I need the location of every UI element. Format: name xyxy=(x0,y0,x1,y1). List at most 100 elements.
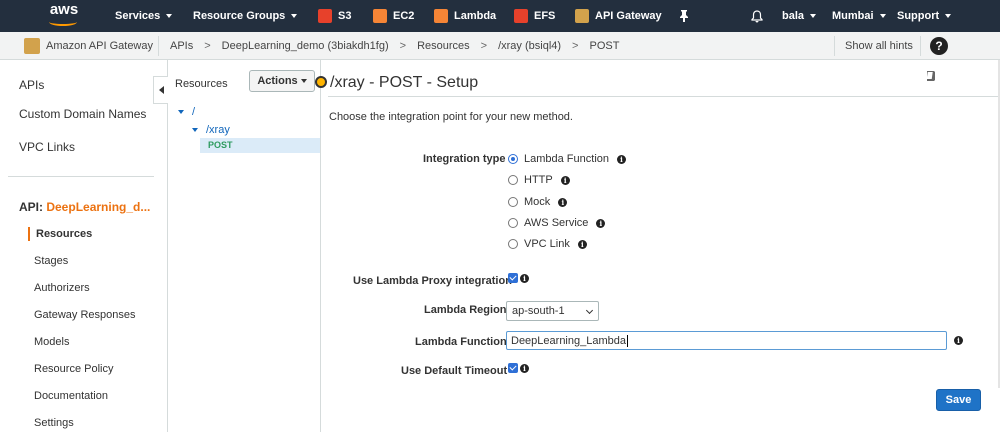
chevron-down-icon xyxy=(585,306,594,315)
info-icon[interactable]: i xyxy=(954,336,963,345)
actions-label: Actions xyxy=(257,75,298,87)
user-label: bala xyxy=(782,10,805,22)
nav-link-vpc-links[interactable]: VPC Links xyxy=(19,140,75,154)
expand-arrow-icon xyxy=(192,128,198,132)
api-heading[interactable]: API: DeepLearning_d... xyxy=(19,200,150,214)
chevron-left-icon xyxy=(159,86,164,94)
resource-groups-menu[interactable]: Resource Groups xyxy=(193,0,298,32)
service-home-link[interactable]: Amazon API Gateway xyxy=(24,32,153,60)
services-menu[interactable]: Services xyxy=(115,0,173,32)
actions-button[interactable]: Actions xyxy=(249,70,315,92)
lambda-function-value: DeepLearning_Lambda xyxy=(511,334,626,347)
radio-vpc-link[interactable]: VPC Link i xyxy=(508,238,587,250)
breadcrumb-api[interactable]: DeepLearning_demo (3biakdh1fg) xyxy=(222,40,389,52)
radio-aws-service[interactable]: AWS Service i xyxy=(508,217,606,229)
info-icon[interactable]: i xyxy=(577,239,587,249)
radio-label: AWS Service xyxy=(524,217,589,229)
tree-node-label: / xyxy=(192,106,196,118)
lambda-icon xyxy=(434,9,448,23)
notifications-bell-icon[interactable] xyxy=(751,0,763,32)
show-hints-label: Show all hints xyxy=(845,40,913,52)
tree-node-post[interactable]: POST xyxy=(200,138,320,153)
nav-item-resources[interactable]: Resources xyxy=(36,228,92,240)
info-icon[interactable]: i xyxy=(520,274,529,283)
default-timeout-label: Use Default Timeout xyxy=(401,365,508,377)
shortcut-efs[interactable]: EFS xyxy=(514,0,555,32)
lambda-region-value: ap-south-1 xyxy=(512,305,565,317)
support-label: Support xyxy=(897,10,940,22)
info-icon[interactable]: i xyxy=(596,218,606,228)
breadcrumb-separator: > xyxy=(399,40,407,52)
info-icon[interactable]: i xyxy=(560,175,570,185)
breadcrumb-resource[interactable]: /xray (bsiql4) xyxy=(498,40,561,52)
nav-item-settings[interactable]: Settings xyxy=(34,417,74,429)
default-timeout-checkbox[interactable] xyxy=(508,363,518,373)
nav-item-stages[interactable]: Stages xyxy=(34,255,68,267)
aws-logo[interactable]: aws xyxy=(44,1,84,29)
lambda-region-label: Lambda Region xyxy=(424,304,507,316)
breadcrumb-apis[interactable]: APIs xyxy=(170,40,193,52)
method-setup-panel: /xray - POST - Setup Choose the integrat… xyxy=(315,60,1000,432)
show-hints-button[interactable]: Show all hints xyxy=(845,32,913,60)
status-indicator-icon xyxy=(315,76,327,88)
tree-node-root[interactable]: / xyxy=(178,106,195,118)
help-button[interactable]: ? xyxy=(930,32,948,60)
pin-icon[interactable] xyxy=(679,0,689,32)
api-gateway-icon xyxy=(575,9,589,23)
chevron-down-icon xyxy=(810,14,817,18)
nav-link-custom-domain-names[interactable]: Custom Domain Names xyxy=(19,107,146,121)
radio-label: Lambda Function xyxy=(524,153,609,165)
nav-link-apis[interactable]: APIs xyxy=(19,78,44,92)
proxy-integration-label: Use Lambda Proxy integration xyxy=(353,275,512,287)
nav-item-authorizers[interactable]: Authorizers xyxy=(34,282,90,294)
support-menu[interactable]: Support xyxy=(897,0,952,32)
resource-groups-label: Resource Groups xyxy=(193,10,286,22)
region-menu[interactable]: Mumbai xyxy=(832,0,886,32)
divider xyxy=(920,36,921,56)
divider xyxy=(158,36,159,56)
info-icon[interactable]: i xyxy=(520,364,529,373)
info-icon[interactable]: i xyxy=(558,197,568,207)
radio-unselected-icon[interactable] xyxy=(508,197,518,207)
breadcrumb-method: POST xyxy=(589,40,620,52)
breadcrumb-resources[interactable]: Resources xyxy=(417,40,470,52)
intro-text: Choose the integration point for your ne… xyxy=(329,111,573,123)
radio-mock[interactable]: Mock i xyxy=(508,196,568,208)
divider xyxy=(328,96,1000,97)
left-nav: APIs Custom Domain Names VPC Links API: … xyxy=(0,60,168,432)
services-label: Services xyxy=(115,10,161,22)
radio-lambda-function[interactable]: Lambda Function i xyxy=(508,153,626,165)
active-indicator xyxy=(28,227,30,241)
shortcut-ec2[interactable]: EC2 xyxy=(373,0,414,32)
chevron-down-icon xyxy=(945,14,952,18)
shortcut-lambda[interactable]: Lambda xyxy=(434,0,496,32)
nav-item-models[interactable]: Models xyxy=(34,336,69,348)
radio-unselected-icon[interactable] xyxy=(508,218,518,228)
shortcut-s3[interactable]: S3 xyxy=(318,0,351,32)
integration-type-label: Integration type xyxy=(423,153,506,165)
radio-unselected-icon[interactable] xyxy=(508,175,518,185)
documentation-book-icon[interactable] xyxy=(925,70,937,82)
save-button[interactable]: Save xyxy=(936,389,981,411)
lambda-function-input[interactable]: DeepLearning_Lambda xyxy=(506,331,947,350)
nav-item-resource-policy[interactable]: Resource Policy xyxy=(34,363,113,375)
proxy-integration-checkbox[interactable] xyxy=(508,273,518,283)
nav-item-documentation[interactable]: Documentation xyxy=(34,390,108,402)
top-navbar: aws Services Resource Groups S3 EC2 Lamb… xyxy=(0,0,1000,32)
nav-item-gateway-responses[interactable]: Gateway Responses xyxy=(34,309,136,321)
collapse-nav-button[interactable] xyxy=(153,76,169,104)
user-menu[interactable]: bala xyxy=(782,0,817,32)
radio-selected-icon[interactable] xyxy=(508,154,518,164)
radio-http[interactable]: HTTP i xyxy=(508,174,570,186)
radio-unselected-icon[interactable] xyxy=(508,239,518,249)
info-icon[interactable]: i xyxy=(617,154,626,164)
breadcrumb-separator: > xyxy=(480,40,488,52)
shortcut-api-gateway[interactable]: API Gateway xyxy=(575,0,662,32)
shortcut-label: EFS xyxy=(534,10,556,22)
tree-node-label: /xray xyxy=(206,124,230,136)
tree-node-xray[interactable]: /xray xyxy=(192,124,230,136)
lambda-region-select[interactable]: ap-south-1 xyxy=(506,301,599,321)
lambda-function-label: Lambda Function xyxy=(415,336,507,348)
expand-arrow-icon xyxy=(178,110,184,114)
aws-logo-text: aws xyxy=(49,1,79,18)
